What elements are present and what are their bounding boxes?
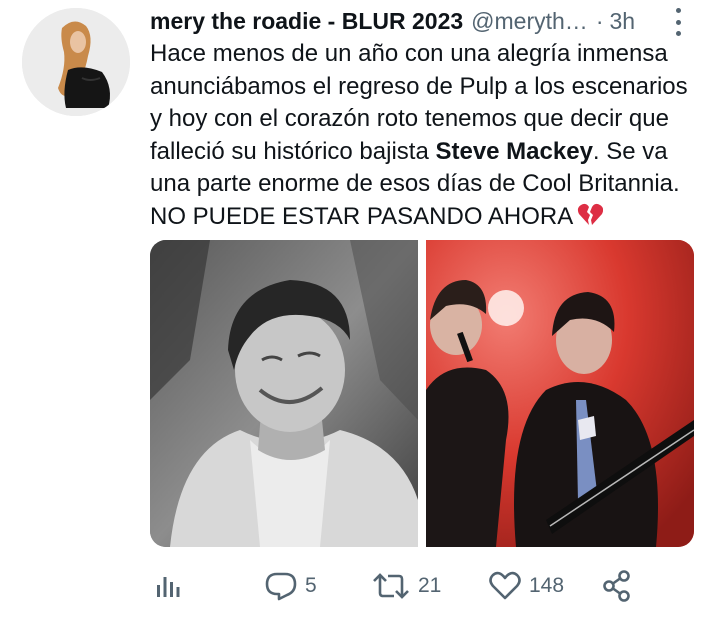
retweet-button[interactable]: 21 [372,566,441,606]
tweet-text-segment: falleció su histórico bajista [150,137,436,165]
avatar-image [22,8,130,116]
band-on-stage-photo [426,240,694,547]
tweet-text-line: Hace menos de un año con una alegría inm… [150,40,668,67]
more-options-icon[interactable] [668,8,688,36]
avatar[interactable] [22,8,130,116]
analytics-button[interactable] [154,566,182,606]
reply-count: 5 [305,574,317,597]
broken-heart-icon [578,203,604,225]
separator-dot: · [595,7,604,34]
reply-button[interactable]: 5 [265,566,317,606]
timestamp[interactable]: 3h [609,8,635,35]
tweet-text-segment: NO PUEDE ESTAR PASANDO AHORA [150,202,574,230]
user-handle[interactable]: @meryth… [471,8,588,35]
tweet-photo-2[interactable] [426,240,694,547]
tweet-text-segment: . Se va [592,137,668,165]
tweet-text-line: NO PUEDE ESTAR PASANDO AHORA [150,201,700,234]
like-count: 148 [529,574,565,597]
tweet-text-line: y hoy con el corazón roto tenemos que de… [150,105,669,132]
bold-name: Steve Mackey [435,137,593,165]
analytics-icon [157,577,180,597]
tweet-text: Hace menos de un año con una alegría inm… [150,38,700,233]
reply-icon [265,572,297,601]
tweet-actions: 5 21 148 [150,566,700,606]
tweet-text-line: anunciábamos el regreso de Pulp a los es… [150,72,688,100]
tweet-text-line: una parte enorme de esos días de Cool Br… [150,170,680,197]
retweet-count: 21 [418,574,442,597]
retweet-icon [373,573,409,599]
like-button[interactable]: 148 [489,566,564,606]
black-and-white-portrait-photo [150,240,418,547]
share-icon [603,570,630,602]
tweet-photo-1[interactable] [150,240,418,547]
share-button[interactable] [602,566,632,606]
display-name[interactable]: mery the roadie - BLUR 2023 [150,8,463,35]
heart-icon [489,571,521,600]
tweet-header: mery the roadie - BLUR 2023 @meryth… · 3… [150,4,680,38]
tweet-text-line: falleció su histórico bajista Steve Mack… [150,136,700,169]
